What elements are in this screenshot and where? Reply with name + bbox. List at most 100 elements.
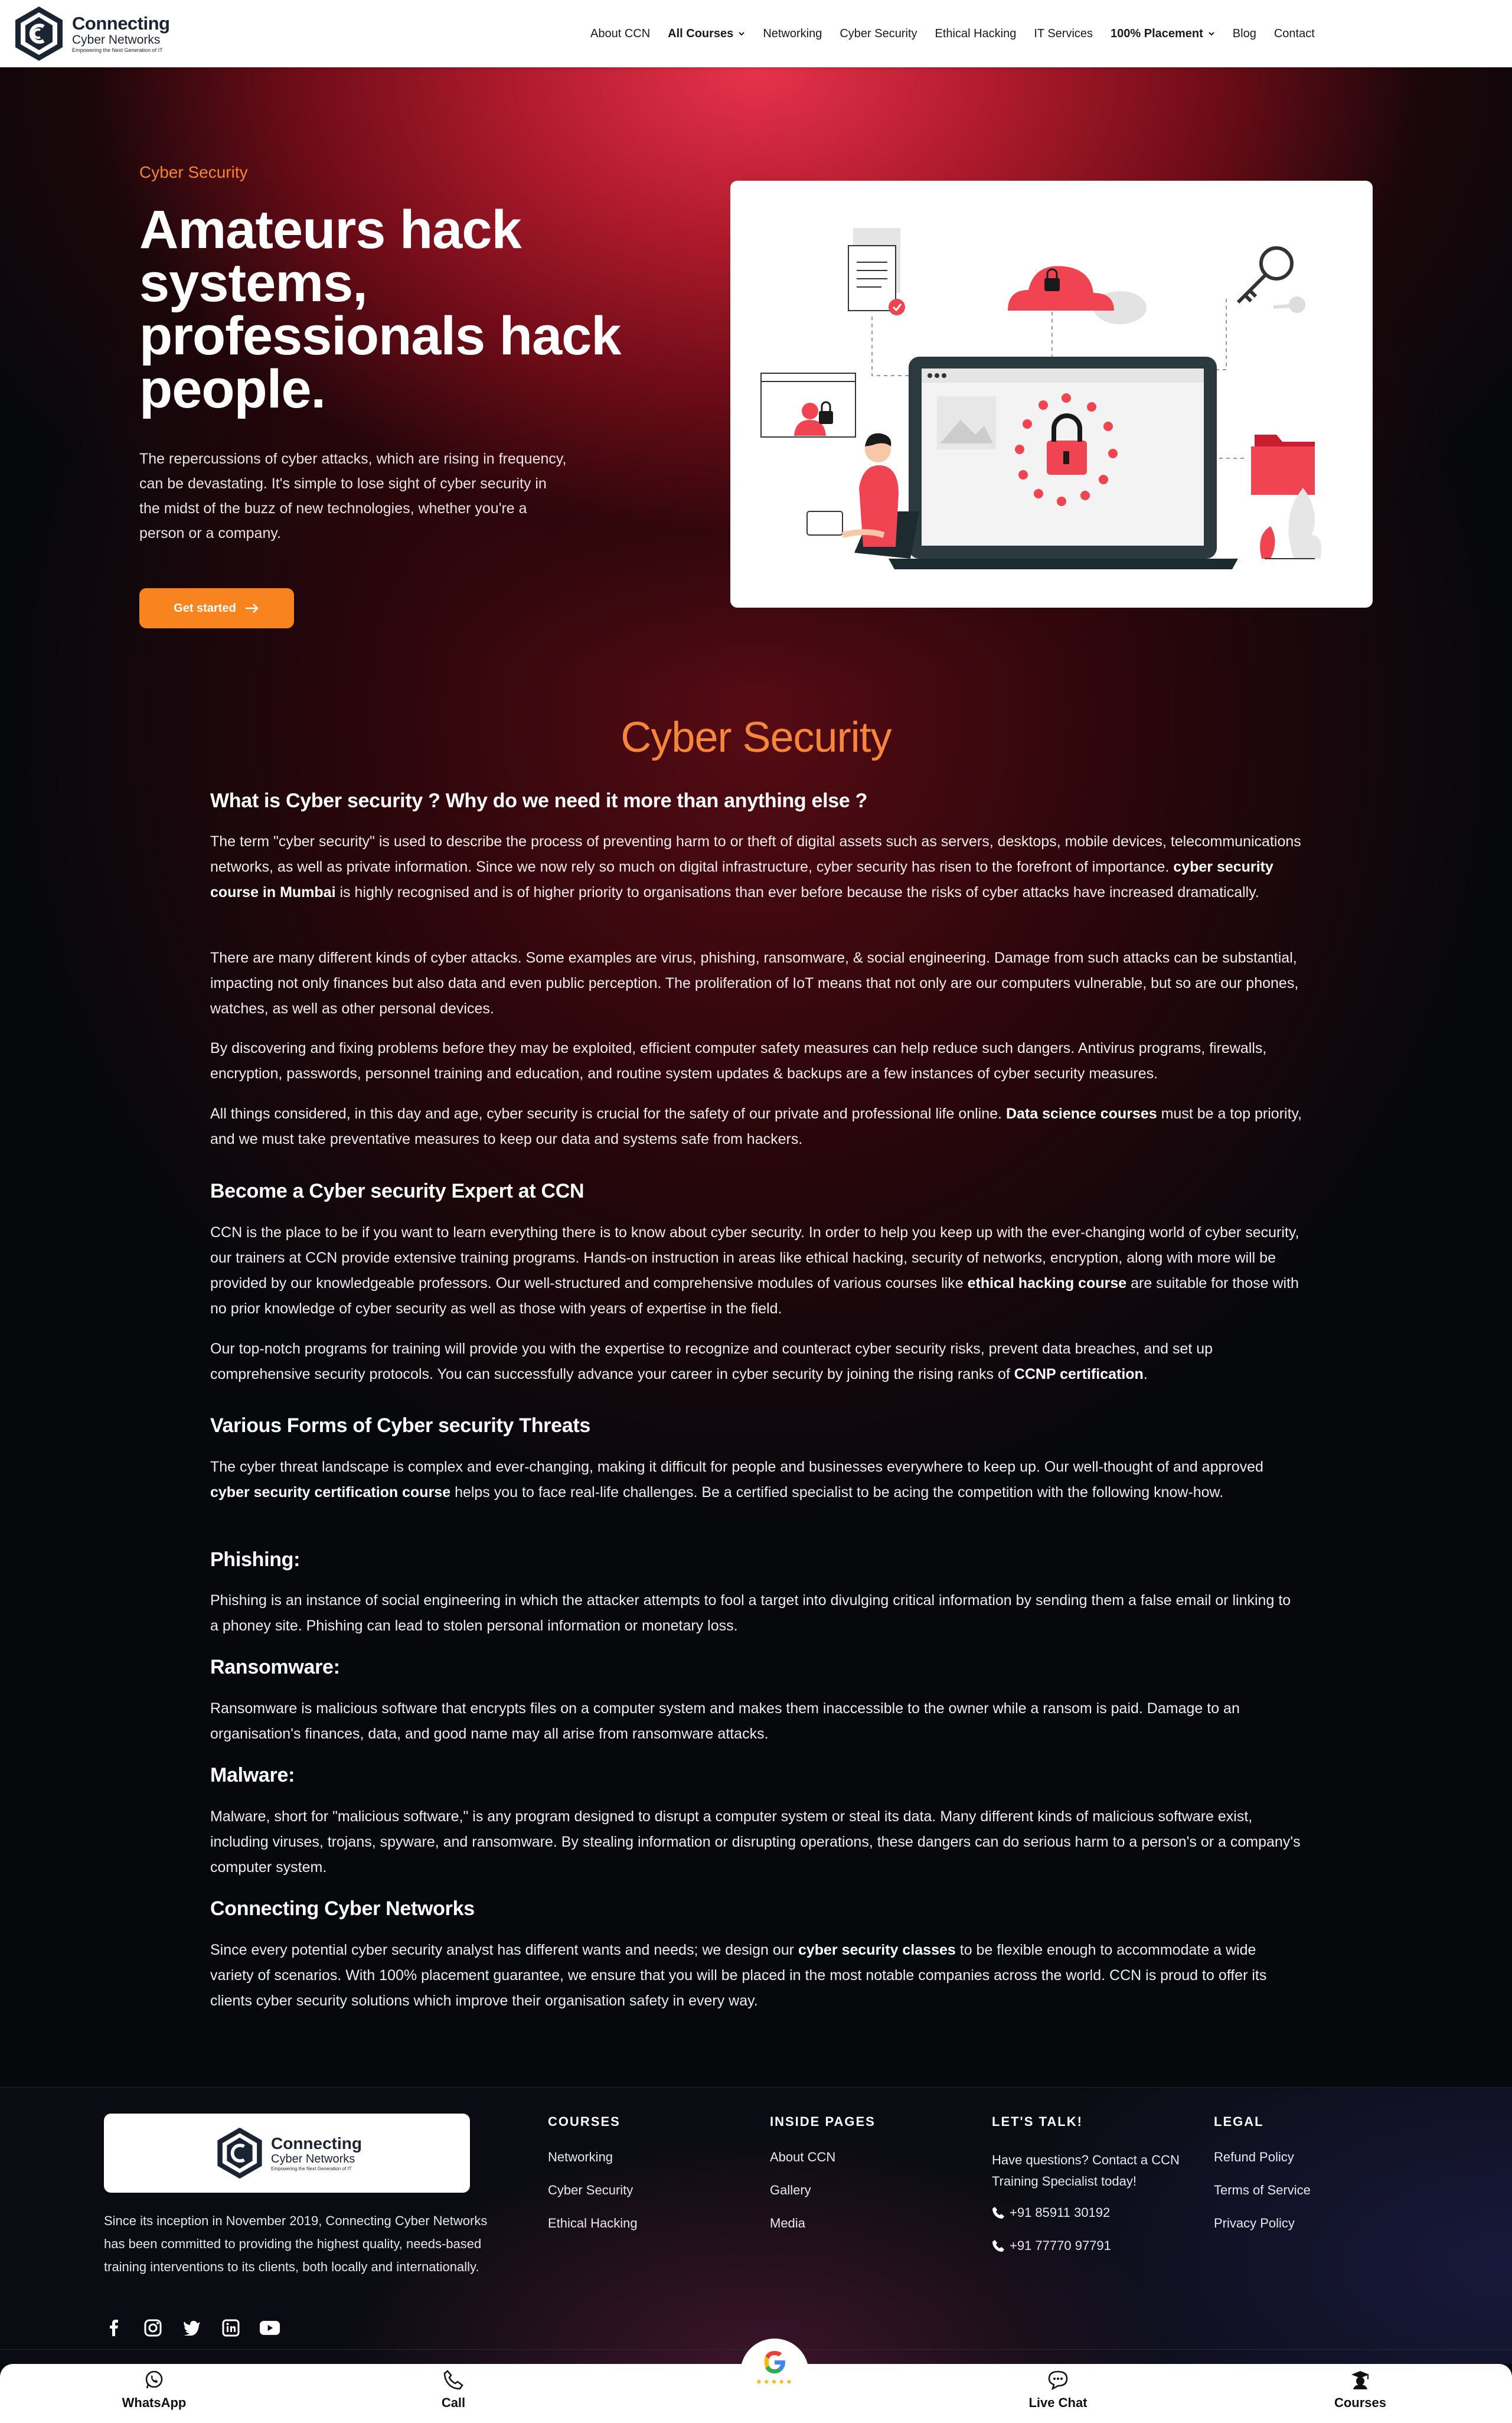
- heading-ransomware: Ransomware:: [210, 1656, 340, 1678]
- twitter-icon[interactable]: [182, 2318, 202, 2338]
- footer-courses-column: COURSES Networking Cyber Security Ethica…: [548, 2114, 638, 2249]
- whatsapp-button[interactable]: WhatsApp: [95, 2369, 213, 2411]
- paragraph-attacks: There are many different kinds of cyber …: [210, 950, 1299, 1017]
- footer-brand-title: Connecting: [271, 2134, 362, 2153]
- google-icon: [764, 2351, 785, 2373]
- article-heading: Become a Cyber security Expert at CCN: [210, 1180, 1302, 1203]
- footer-brand-subtitle: Cyber Networks: [271, 2152, 355, 2166]
- footer-link-cyber-security[interactable]: Cyber Security: [548, 2183, 638, 2198]
- article-paragraph: Malware, short for "malicious software,"…: [210, 1804, 1302, 1880]
- article-paragraph: By discovering and fixing problems befor…: [210, 1036, 1302, 1087]
- article-paragraph: Since every potential cyber security ana…: [210, 1938, 1302, 2014]
- ccn-logo-icon: [15, 6, 63, 61]
- nav-label: IT Services: [1034, 27, 1093, 40]
- live-chat-button[interactable]: Live Chat: [999, 2369, 1117, 2411]
- heading-malware: Malware:: [210, 1764, 295, 1786]
- article-paragraph: There are many different kinds of cyber …: [210, 945, 1302, 1022]
- footer-link-media[interactable]: Media: [770, 2216, 876, 2231]
- footer-inside-heading: INSIDE PAGES: [770, 2114, 876, 2129]
- courses-label: Courses: [1334, 2395, 1387, 2410]
- nav-blog[interactable]: Blog: [1233, 27, 1256, 41]
- footer-link-refund-policy[interactable]: Refund Policy: [1214, 2150, 1311, 2165]
- youtube-icon[interactable]: [260, 2318, 280, 2338]
- heading-phishing: Phishing:: [210, 1548, 301, 1571]
- call-label: Call: [441, 2395, 466, 2410]
- phone-icon: [992, 2240, 1004, 2252]
- footer-legal-heading: LEGAL: [1214, 2114, 1264, 2129]
- paragraph-ccn-place: CCN is the place to be if you want to le…: [210, 1220, 1302, 1322]
- facebook-icon[interactable]: [104, 2318, 124, 2338]
- user-lock-window: [760, 373, 856, 438]
- nav-label: Ethical Hacking: [935, 27, 1017, 40]
- live-chat-label: Live Chat: [1028, 2395, 1088, 2410]
- nav-networking[interactable]: Networking: [763, 27, 822, 41]
- heading-what-is-cyber-security: What is Cyber security ? Why do we need …: [210, 790, 868, 812]
- article-heading: Ransomware:: [210, 1656, 1302, 1679]
- person-at-laptop-icon: [806, 433, 919, 559]
- graduate-icon: [1351, 2371, 1369, 2389]
- footer-link-ethical-hacking[interactable]: Ethical Hacking: [548, 2216, 638, 2231]
- link-ethical-hacking-course[interactable]: ethical hacking course: [968, 1275, 1127, 1292]
- text: The term "cyber security" is used to des…: [210, 833, 1301, 875]
- nav-cyber-security[interactable]: Cyber Security: [840, 27, 917, 41]
- linkedin-icon[interactable]: [221, 2318, 241, 2338]
- link-data-science-courses[interactable]: Data science courses: [1006, 1105, 1157, 1122]
- paragraph-malware: Malware, short for "malicious software,"…: [210, 1808, 1301, 1876]
- footer-talk-column: LET'S TALK! Have questions? Contact a CC…: [992, 2114, 1193, 2271]
- nav-it-services[interactable]: IT Services: [1034, 27, 1093, 41]
- article-heading: Connecting Cyber Networks: [210, 1897, 1302, 1920]
- hero-eyebrow: Cyber Security: [139, 163, 248, 181]
- hero-illustration-card: [730, 181, 1373, 608]
- site-header: Connecting Cyber Networks Empowering the…: [0, 0, 1512, 67]
- link-cyber-security-certification-course[interactable]: cyber security certification course: [210, 1484, 450, 1501]
- footer-link-networking[interactable]: Networking: [548, 2150, 638, 2165]
- article-paragraph: Phishing is an instance of social engine…: [210, 1588, 1302, 1639]
- ccn-logo-icon: [217, 2127, 262, 2179]
- nav-ethical-hacking[interactable]: Ethical Hacking: [935, 27, 1017, 41]
- footer-link-privacy[interactable]: Privacy Policy: [1214, 2216, 1311, 2231]
- text: .: [1143, 1366, 1148, 1382]
- footer-link-gallery[interactable]: Gallery: [770, 2183, 876, 2198]
- chevron-down-icon: [1209, 32, 1214, 36]
- cloud-lock-icon: [1008, 266, 1147, 324]
- article-heading: What is Cyber security ? Why do we need …: [210, 790, 1302, 813]
- chat-bubble-icon: [1048, 2370, 1068, 2391]
- footer-link-about[interactable]: About CCN: [770, 2150, 876, 2165]
- link-cyber-security-classes[interactable]: cyber security classes: [798, 1942, 956, 1958]
- nav-all-courses[interactable]: All Courses: [668, 27, 745, 41]
- cyber-security-illustration: [760, 228, 1321, 569]
- paragraph-measures: By discovering and fixing problems befor…: [210, 1040, 1267, 1082]
- paragraph-considered: All things considered, in this day and a…: [210, 1101, 1302, 1152]
- nav-placement[interactable]: 100% Placement: [1111, 27, 1215, 41]
- call-button[interactable]: Call: [394, 2369, 512, 2411]
- article-heading: Various Forms of Cyber security Threats: [210, 1414, 1302, 1437]
- footer-phone-2[interactable]: +91 77770 97791: [992, 2238, 1193, 2254]
- site-logo[interactable]: Connecting Cyber Networks Empowering the…: [9, 4, 170, 64]
- phone-icon: [992, 2207, 1004, 2219]
- text: Since every potential cyber security ana…: [210, 1942, 798, 1958]
- get-started-label: Get started: [174, 601, 236, 615]
- paragraph-intro: The term "cyber security" is used to des…: [210, 829, 1302, 905]
- link-ccnp-certification[interactable]: CCNP certification: [1014, 1366, 1144, 1382]
- hero-title: Amateurs hack systems, professionals hac…: [139, 200, 621, 419]
- paragraph-ransomware: Ransomware is malicious software that en…: [210, 1700, 1240, 1742]
- footer-brand-tagline: Empowering the Next Generation of IT: [271, 2166, 352, 2171]
- footer-phone-1[interactable]: +91 85911 30192: [992, 2205, 1193, 2220]
- heading-become-expert: Become a Cyber security Expert at CCN: [210, 1180, 584, 1202]
- footer-logo[interactable]: Connecting Cyber Networks Empowering the…: [104, 2114, 470, 2193]
- footer-talk-note: Have questions? Contact a CCN Training S…: [992, 2153, 1180, 2189]
- instagram-icon[interactable]: [143, 2318, 163, 2338]
- article-heading: Phishing:: [210, 1548, 1302, 1571]
- article-heading: Malware:: [210, 1764, 1302, 1787]
- footer-link-terms[interactable]: Terms of Service: [1214, 2183, 1311, 2198]
- courses-button[interactable]: Courses: [1301, 2369, 1419, 2411]
- nav-contact[interactable]: Contact: [1274, 27, 1315, 41]
- get-started-button[interactable]: Get started: [139, 588, 294, 628]
- brand-tagline: Empowering the Next Generation of IT: [72, 47, 163, 53]
- section-title: Cyber Security: [621, 714, 891, 761]
- nav-label: Blog: [1232, 27, 1256, 40]
- article-paragraph: All things considered, in this day and a…: [210, 1101, 1302, 1152]
- nav-about-ccn[interactable]: About CCN: [590, 27, 650, 41]
- paragraph-ccn-classes: Since every potential cyber security ana…: [210, 1938, 1302, 2014]
- nav-label: All Courses: [668, 27, 734, 40]
